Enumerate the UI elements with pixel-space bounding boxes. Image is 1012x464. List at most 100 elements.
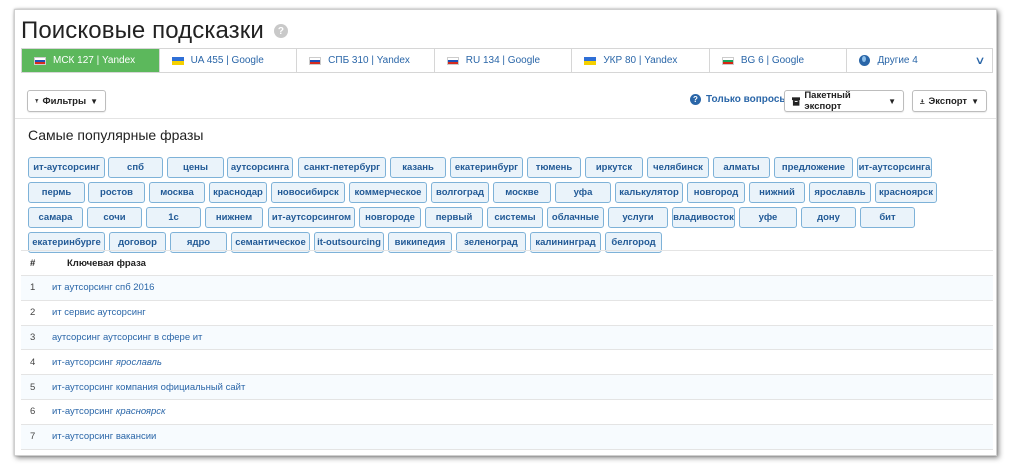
tab-label: UA 455 | Google (190, 55, 264, 66)
row-number: 1 (30, 282, 36, 294)
globe-icon (859, 55, 871, 66)
flag-ua-icon (584, 56, 597, 65)
phrase-link[interactable]: ит-аутсорсинг компания официальный сайт (45, 382, 245, 393)
flag-ru-icon (309, 56, 322, 65)
table-row: 6 ит-аутсорсинг красноярск (21, 400, 993, 425)
app-window: Поисковые подсказки ? МСК 127 | Yandex U… (14, 9, 997, 456)
tab-others[interactable]: Другие 4 ∨ (847, 49, 992, 72)
table-row: 5 ит-аутсорсинг компания официальный сайт (21, 375, 993, 400)
column-header-num: # (30, 257, 36, 269)
chevron-down-icon[interactable]: ∨ (974, 54, 985, 67)
toolbar: Фильтры ▼ ? Только вопросы Пакетный эксп… (27, 90, 987, 114)
phrase-chip[interactable]: нижнем (205, 207, 263, 228)
only-questions-label: Только вопросы (706, 94, 788, 105)
caret-down-icon: ▼ (971, 96, 979, 106)
phrase-chip[interactable]: ит-аутсорсинг (28, 157, 105, 178)
region-tabs: МСК 127 | Yandex UA 455 | Google СПБ 310… (21, 48, 993, 73)
phrase-text: ит аутсорсинг спб 2016 (52, 282, 155, 294)
phrase-chip[interactable]: владивосток (672, 207, 735, 228)
row-number: 2 (30, 307, 36, 319)
row-number: 6 (30, 406, 36, 418)
phrase-chip[interactable]: дону (801, 207, 856, 228)
phrase-chip[interactable]: первый (425, 207, 483, 228)
phrase-chip[interactable]: ярославль (809, 182, 871, 203)
column-header-phrase: Ключевая фраза (67, 257, 146, 269)
page-header: Поисковые подсказки ? (21, 16, 288, 46)
table-row: 4 ит-аутсорсинг ярославль (21, 350, 993, 376)
table-row: 3 аутсорсинг аутсорсинг в сфере ит (21, 325, 993, 351)
phrase-link[interactable]: ит-аутсорсинг ярославль (45, 357, 162, 368)
phrase-link[interactable]: ит сервис аутсорсинг (45, 307, 146, 318)
flag-ua-icon (171, 56, 184, 65)
phrase-chip[interactable]: новосибирск (271, 182, 345, 203)
filter-icon (35, 99, 39, 103)
phrase-chip[interactable]: иркутск (585, 157, 643, 178)
archive-icon (792, 96, 801, 106)
phrase-chip[interactable]: сочи (87, 207, 142, 228)
phrase-chip[interactable]: челябинск (647, 157, 709, 178)
phrase-chip[interactable]: самара (28, 207, 83, 228)
phrase-link[interactable]: аутсорсинг аутсорсинг в сфере ит (45, 332, 202, 343)
tab-msk-yandex[interactable]: МСК 127 | Yandex (22, 49, 160, 72)
phrase-chip[interactable]: екатеринбург (450, 157, 523, 178)
tab-ukr-yandex[interactable]: УКР 80 | Yandex (572, 49, 710, 72)
phrase-chip[interactable]: новгороде (359, 207, 421, 228)
phrase-chip[interactable]: цены (167, 157, 224, 178)
phrase-link[interactable]: ит аутсорсинг спб 2016 (45, 282, 154, 293)
tab-ru-google[interactable]: RU 134 | Google (435, 49, 573, 72)
phrase-chip[interactable]: 1с (146, 207, 201, 228)
phrase-chip[interactable]: уфе (739, 207, 797, 228)
phrase-chip[interactable]: новгород (687, 182, 745, 203)
phrase-chip[interactable]: тюмень (527, 157, 581, 178)
question-icon: ? (690, 94, 701, 105)
phrase-chip[interactable]: коммерческое (349, 182, 427, 203)
phrase-chip[interactable]: системы (487, 207, 543, 228)
flag-ru-icon (34, 56, 46, 65)
phrase-chip[interactable]: москва (149, 182, 205, 203)
phrase-chip[interactable]: предложение (774, 157, 853, 178)
tab-label: Другие 4 (877, 55, 918, 66)
phrase-chip[interactable]: санкт-петербург (298, 157, 386, 178)
export-label: Экспорт (928, 95, 968, 107)
tab-spb-yandex[interactable]: СПБ 310 | Yandex (297, 49, 435, 72)
tab-label: СПБ 310 | Yandex (328, 55, 410, 66)
phrase-chip[interactable]: уфа (555, 182, 611, 203)
phrase-chip[interactable]: красноярск (875, 182, 937, 203)
phrase-chip[interactable]: ит-аутсорсинга (857, 157, 932, 178)
phrase-chip[interactable]: ит-аутсорсингом (268, 207, 355, 228)
phrase-text: ит-аутсорсинг (52, 406, 114, 418)
phrase-chip[interactable]: аутсорсинга (227, 157, 293, 178)
phrase-chip[interactable]: краснодар (209, 182, 267, 203)
phrase-chip[interactable]: москве (493, 182, 551, 203)
phrase-chip[interactable]: услуги (608, 207, 668, 228)
divider (15, 118, 996, 119)
phrase-chip[interactable]: алматы (713, 157, 770, 178)
phrase-chip[interactable]: ростов (88, 182, 145, 203)
tab-bg-google[interactable]: BG 6 | Google (710, 49, 848, 72)
table-row: 1 ит аутсорсинг спб 2016 (21, 276, 993, 301)
table-body: 1 ит аутсорсинг спб 2016 2 ит сервис аутсор… (21, 276, 993, 450)
phrase-chip[interactable]: калькулятор (615, 182, 683, 203)
row-number: 4 (30, 356, 36, 368)
table-row: 2 ит сервис аутсорсинг (21, 301, 993, 326)
phrase-chip[interactable]: облачные (547, 207, 604, 228)
phrase-chip[interactable]: спб (108, 157, 163, 178)
batch-export-button[interactable]: Пакетный экспорт ▼ (784, 90, 904, 112)
phrase-text: аутсорсинг аутсорсинг в сфере ит (52, 331, 203, 343)
phrase-link[interactable]: ит-аутсорсинг вакансии (45, 431, 156, 442)
help-icon[interactable]: ? (273, 24, 288, 38)
phrase-highlight: ярославль (115, 356, 162, 368)
export-button[interactable]: Экспорт ▼ (912, 90, 987, 112)
phrase-chip[interactable]: волгоград (431, 182, 489, 203)
flag-bg-icon (721, 56, 734, 65)
only-questions-link[interactable]: ? Только вопросы (690, 94, 788, 105)
phrase-chip[interactable]: пермь (28, 182, 85, 203)
phrase-link[interactable]: ит-аутсорсинг красноярск (45, 406, 166, 417)
phrase-chip[interactable]: нижний (749, 182, 805, 203)
tab-ua-google[interactable]: UA 455 | Google (160, 49, 298, 72)
phrase-chip[interactable]: бит (860, 207, 915, 228)
flag-ru-icon (446, 56, 459, 65)
phrase-chip[interactable]: казань (390, 157, 446, 178)
filters-button[interactable]: Фильтры ▼ (27, 90, 106, 112)
batch-export-label: Пакетный экспорт (804, 90, 851, 112)
